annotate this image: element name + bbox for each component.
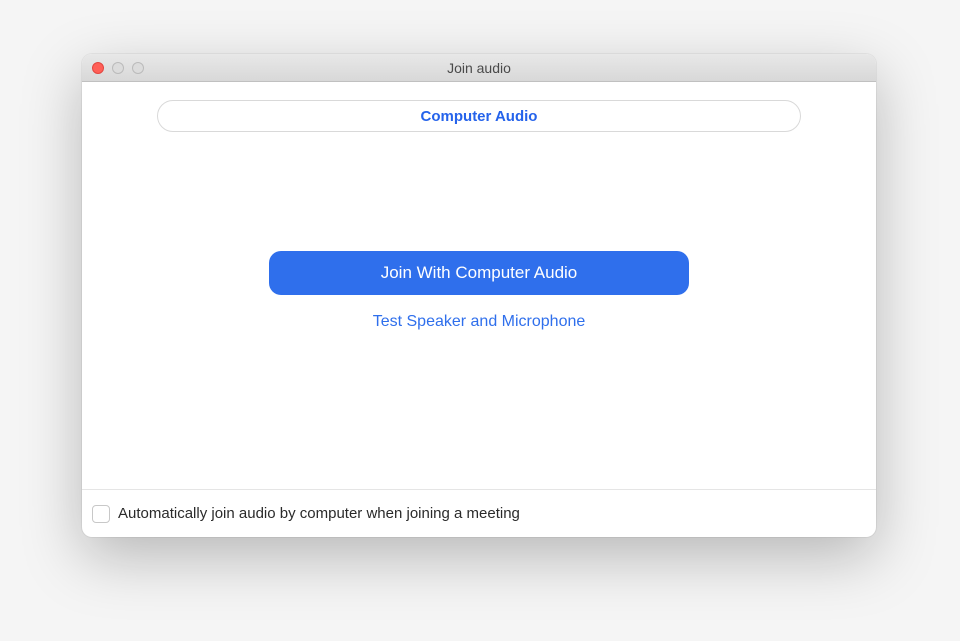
minimize-icon[interactable] — [112, 62, 124, 74]
tab-computer-audio[interactable]: Computer Audio — [157, 100, 801, 132]
window-title: Join audio — [82, 60, 876, 76]
center-area: Join With Computer Audio Test Speaker an… — [269, 132, 689, 489]
content-area: Computer Audio Join With Computer Audio … — [82, 82, 876, 489]
auto-join-audio-label[interactable]: Automatically join audio by computer whe… — [118, 505, 520, 522]
window-controls — [92, 62, 144, 74]
footer: Automatically join audio by computer whe… — [82, 489, 876, 537]
auto-join-audio-checkbox[interactable] — [92, 505, 110, 523]
test-speaker-microphone-link[interactable]: Test Speaker and Microphone — [373, 313, 586, 331]
tab-label: Computer Audio — [421, 108, 538, 125]
join-with-computer-audio-button[interactable]: Join With Computer Audio — [269, 251, 689, 295]
maximize-icon[interactable] — [132, 62, 144, 74]
join-audio-window: Join audio Computer Audio Join With Comp… — [82, 54, 876, 537]
titlebar: Join audio — [82, 54, 876, 82]
close-icon[interactable] — [92, 62, 104, 74]
